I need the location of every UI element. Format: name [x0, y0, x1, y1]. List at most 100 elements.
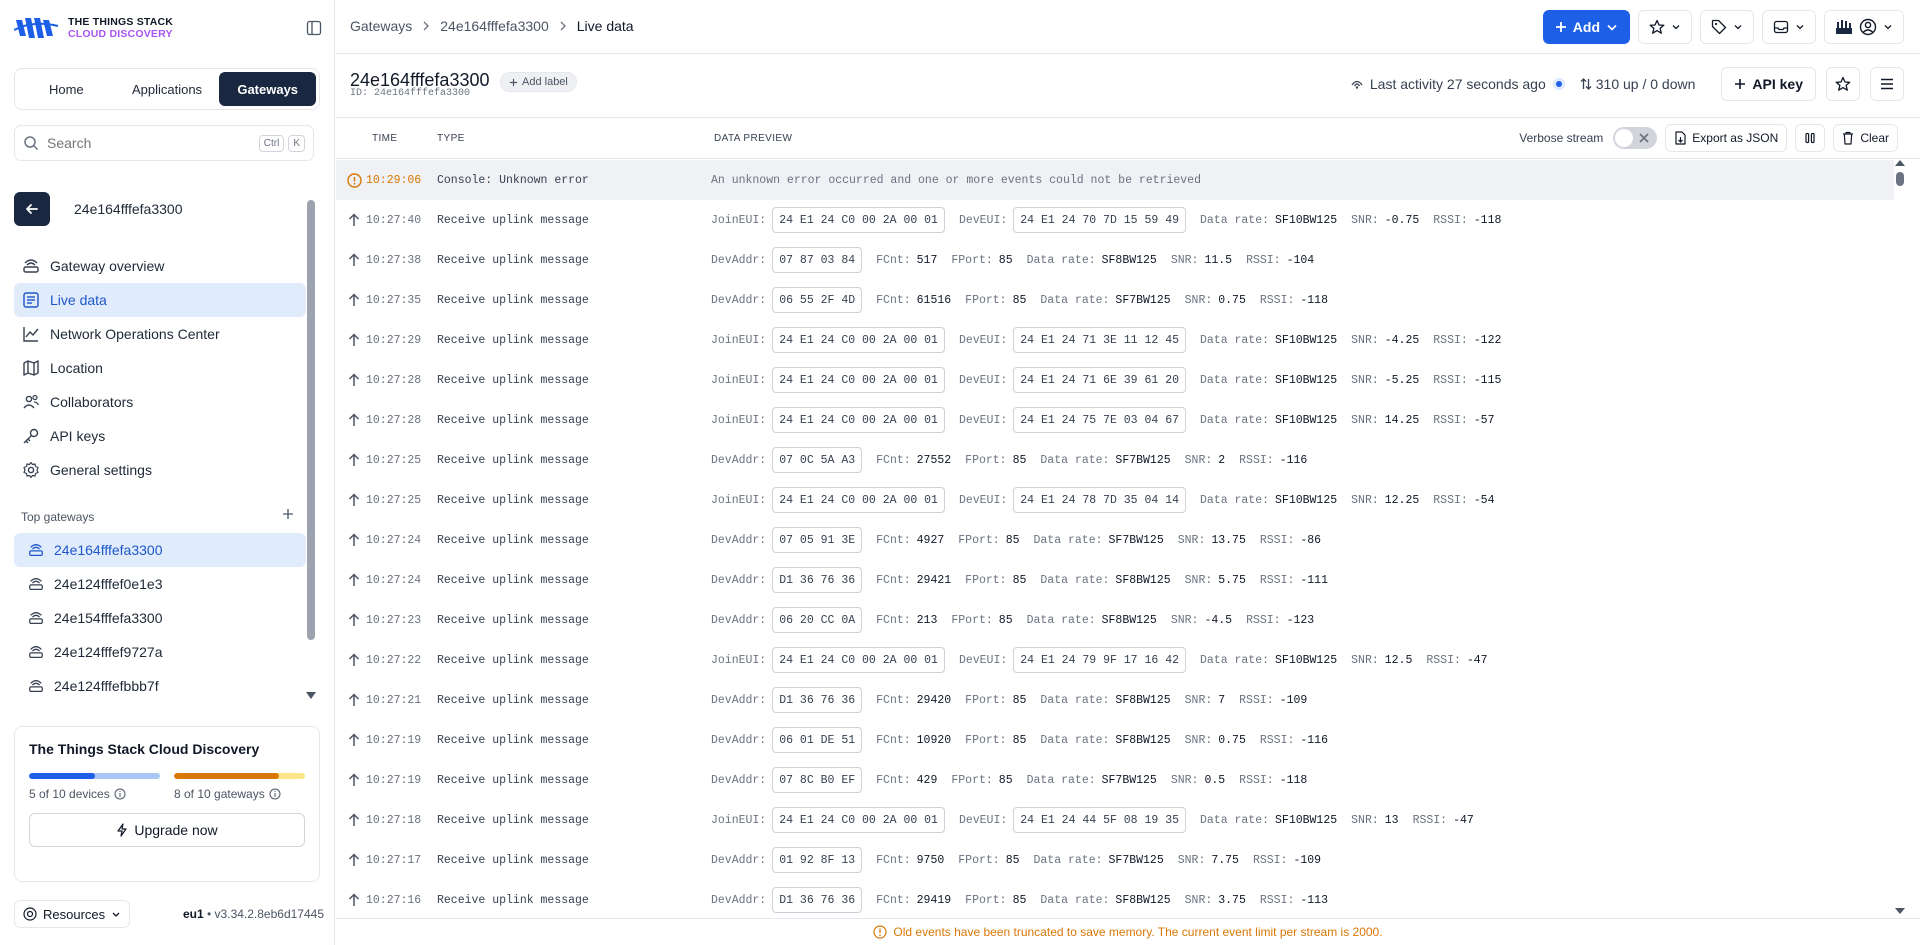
preview-field-value[interactable]: D1 36 76 36 [772, 687, 863, 713]
events-scrollbar[interactable] [1895, 160, 1905, 920]
event-row[interactable]: 10:27:25 Receive uplink message DevAddr: 07… [336, 440, 1894, 480]
preview-field-label: FCnt: [876, 773, 911, 787]
preview-field-value[interactable]: 01 92 8F 13 [772, 847, 863, 873]
preview-field-value[interactable]: 06 55 2F 4D [772, 287, 863, 313]
preview-field-value[interactable]: 06 20 CC 0A [772, 607, 863, 633]
breadcrumb-gateway-id[interactable]: 24e164fffefa3300 [440, 18, 549, 34]
preview-field-value[interactable]: 24 E1 24 C0 00 2A 00 01 [772, 367, 945, 393]
event-row[interactable]: 10:29:06 Console: Unknown error An unknown… [336, 160, 1894, 200]
clear-events-button[interactable]: Clear [1833, 124, 1898, 152]
event-row[interactable]: 10:27:35 Receive uplink message DevAddr: 06… [336, 280, 1894, 320]
preview-field-value[interactable]: 24 E1 24 C0 00 2A 00 01 [772, 207, 945, 233]
event-time: 10:27:25 [366, 453, 422, 467]
preview-field-value[interactable]: 07 0C 5A A3 [772, 447, 863, 473]
event-row[interactable]: 10:27:24 Receive uplink message DevAddr: D1… [336, 560, 1894, 600]
tags-dropdown[interactable] [1700, 10, 1754, 44]
preview-field-value: SF10BW125 [1275, 493, 1338, 507]
preview-field-value[interactable]: D1 36 76 36 [772, 567, 863, 593]
resources-dropdown[interactable]: Resources [14, 900, 131, 928]
gateway-list-item[interactable]: 24e124fffefbbb7f [14, 669, 306, 703]
preview-field-value[interactable]: 07 87 03 84 [772, 247, 863, 273]
nav-gateway-overview[interactable]: Gateway overview [14, 249, 306, 283]
event-row[interactable]: 10:27:18 Receive uplink message JoinEUI: 24… [336, 800, 1894, 840]
preview-field-value[interactable]: 06 01 DE 51 [772, 727, 863, 753]
preview-field-value[interactable]: 24 E1 24 C0 00 2A 00 01 [772, 807, 945, 833]
nav-collaborators[interactable]: Collaborators [14, 385, 306, 419]
scroll-down-arrow-icon[interactable] [1895, 908, 1905, 914]
preview-field-value[interactable]: 24 E1 24 71 3E 11 12 45 [1013, 327, 1186, 353]
scrollbar-thumb[interactable] [1896, 172, 1904, 186]
tab-home[interactable]: Home [18, 72, 115, 106]
gateway-list-label: 24e124fffef9727a [54, 644, 163, 660]
event-row[interactable]: 10:27:16 Receive uplink message DevAddr: D1… [336, 880, 1894, 920]
gateway-list-item[interactable]: 24e124fffef0e1e3 [14, 567, 306, 601]
collapse-sidebar-button[interactable] [304, 18, 324, 38]
bookmark-button[interactable] [1826, 67, 1860, 101]
breadcrumb-gateways[interactable]: Gateways [350, 18, 412, 34]
event-row[interactable]: 10:27:21 Receive uplink message DevAddr: D1… [336, 680, 1894, 720]
event-row[interactable]: 10:27:29 Receive uplink message JoinEUI: 24… [336, 320, 1894, 360]
preview-field-value[interactable]: 24 E1 24 C0 00 2A 00 01 [772, 407, 945, 433]
inbox-dropdown[interactable] [1762, 10, 1816, 44]
preview-field-value[interactable]: 24 E1 24 C0 00 2A 00 01 [772, 487, 945, 513]
preview-field-value[interactable]: 07 05 91 3E [772, 527, 863, 553]
preview-field-value[interactable]: 24 E1 24 C0 00 2A 00 01 [772, 327, 945, 353]
event-row[interactable]: 10:27:24 Receive uplink message DevAddr: 07… [336, 520, 1894, 560]
export-json-button[interactable]: Export as JSON [1665, 124, 1788, 152]
nav-network-operations-center[interactable]: Network Operations Center [14, 317, 306, 351]
user-menu-dropdown[interactable] [1824, 10, 1904, 44]
brand-logo[interactable]: THE THINGS STACK CLOUD DISCOVERY [14, 16, 173, 40]
tab-gateways[interactable]: Gateways [219, 72, 317, 106]
gateway-list-item[interactable]: 24e154fffefa3300 [14, 601, 306, 635]
scroll-up-arrow-icon[interactable] [1895, 160, 1905, 166]
preview-field-value[interactable]: 24 E1 24 75 7E 03 04 67 [1013, 407, 1186, 433]
back-button[interactable] [14, 192, 50, 226]
event-row[interactable]: 10:27:28 Receive uplink message JoinEUI: 24… [336, 400, 1894, 440]
event-row[interactable]: 10:27:38 Receive uplink message DevAddr: 07… [336, 240, 1894, 280]
preview-field-value[interactable]: 07 8C B0 EF [772, 767, 863, 793]
preview-field-label: JoinEUI: [711, 413, 767, 427]
event-row[interactable]: 10:27:40 Receive uplink message JoinEUI: 24… [336, 200, 1894, 240]
nav-live-data[interactable]: Live data [14, 283, 306, 317]
add-button[interactable]: Add [1542, 10, 1630, 44]
info-icon[interactable] [114, 788, 126, 800]
preview-field-value[interactable]: 24 E1 24 71 6E 39 61 20 [1013, 367, 1186, 393]
event-row[interactable]: 10:27:17 Receive uplink message DevAddr: 01… [336, 840, 1894, 880]
menu-button[interactable] [1870, 67, 1904, 101]
scroll-down-arrow-icon[interactable] [306, 692, 316, 699]
event-row[interactable]: 10:27:23 Receive uplink message DevAddr: 06… [336, 600, 1894, 640]
event-type: Receive uplink message [437, 373, 589, 387]
add-gateway-button[interactable] [280, 506, 296, 522]
event-row[interactable]: 10:27:25 Receive uplink message JoinEUI: 24… [336, 480, 1894, 520]
preview-field-label: DevEUI: [958, 653, 1008, 667]
event-row[interactable]: 10:27:28 Receive uplink message JoinEUI: 24… [336, 360, 1894, 400]
event-row[interactable]: 10:27:22 Receive uplink message JoinEUI: 24… [336, 640, 1894, 680]
pause-stream-button[interactable] [1795, 124, 1826, 152]
api-key-button[interactable]: API key [1721, 67, 1816, 101]
add-label-button[interactable]: Add label [500, 72, 577, 92]
preview-field-value[interactable]: D1 36 76 36 [772, 887, 863, 913]
preview-field-label: Data rate: [1200, 493, 1270, 507]
up-down-arrows-icon [1580, 78, 1592, 90]
search-input[interactable] [47, 135, 255, 151]
preview-field-value[interactable]: 24 E1 24 79 9F 17 16 42 [1013, 647, 1186, 673]
gateway-list-item[interactable]: 24e124fffef9727a [14, 635, 306, 669]
nav-general-settings[interactable]: General settings [14, 453, 306, 487]
nav-api-keys[interactable]: API keys [14, 419, 306, 453]
event-row[interactable]: 10:27:19 Receive uplink message DevAddr: 06… [336, 720, 1894, 760]
nav-label: Location [50, 360, 103, 376]
info-icon[interactable] [269, 788, 281, 800]
preview-field-value[interactable]: 24 E1 24 78 7D 35 04 14 [1013, 487, 1186, 513]
preview-field-value[interactable]: 24 E1 24 44 5F 08 19 35 [1013, 807, 1186, 833]
bookmarks-dropdown[interactable] [1638, 10, 1692, 44]
sidebar-scrollbar[interactable] [307, 200, 315, 640]
verbose-stream-toggle[interactable] [1613, 127, 1658, 149]
gateway-list-item[interactable]: 24e164fffefa3300 [14, 533, 306, 567]
preview-field-value: -118 [1300, 293, 1328, 307]
upgrade-now-button[interactable]: Upgrade now [29, 813, 305, 847]
nav-location[interactable]: Location [14, 351, 306, 385]
tab-applications[interactable]: Applications [119, 72, 216, 106]
preview-field-value[interactable]: 24 E1 24 70 7D 15 59 49 [1013, 207, 1186, 233]
preview-field-value[interactable]: 24 E1 24 C0 00 2A 00 01 [772, 647, 945, 673]
event-row[interactable]: 10:27:19 Receive uplink message DevAddr: 07… [336, 760, 1894, 800]
